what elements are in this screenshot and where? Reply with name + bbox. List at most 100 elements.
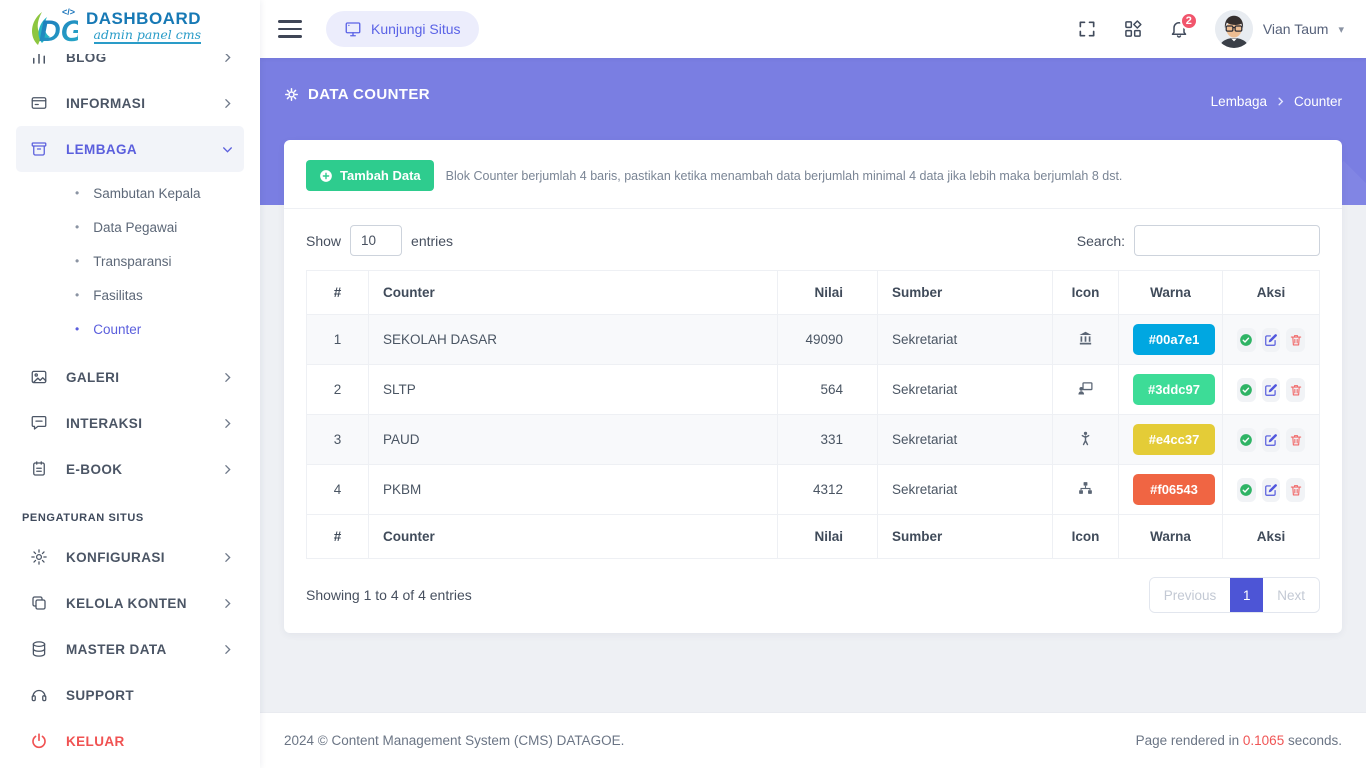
breadcrumb-current: Counter [1294, 94, 1342, 109]
col-footer-nilai: Nilai [778, 515, 878, 559]
cell-no: 2 [307, 365, 369, 415]
edit-icon [1264, 483, 1278, 497]
cell-nilai: 49090 [778, 315, 878, 365]
sidebar-item-informasi[interactable]: INFORMASI [16, 80, 244, 126]
edit-icon [1264, 433, 1278, 447]
submenu-item-data-pegawai[interactable]: Data Pegawai [16, 210, 244, 244]
search-control: Search: [1077, 225, 1320, 256]
approve-button[interactable] [1237, 428, 1256, 452]
edit-button[interactable] [1262, 478, 1281, 502]
sidebar-item-label: LEMBAGA [66, 142, 221, 157]
edit-button[interactable] [1262, 428, 1281, 452]
submenu-item-transparansi[interactable]: Transparansi [16, 244, 244, 278]
col-header-aksi[interactable]: Aksi [1223, 271, 1320, 315]
sidebar-item-label: MASTER DATA [66, 642, 221, 657]
sidebar-item-label: SUPPORT [66, 688, 234, 703]
sidebar-item-blog[interactable]: BLOG [16, 54, 244, 80]
sidebar-item-interaksi[interactable]: INTERAKSI [16, 400, 244, 446]
delete-button[interactable] [1286, 328, 1305, 352]
chat-icon [30, 414, 48, 432]
apps-grid-icon[interactable] [1123, 19, 1143, 39]
visit-site-label: Kunjungi Situs [371, 21, 461, 37]
sidebar-item-lembaga[interactable]: LEMBAGA [16, 126, 244, 172]
sidebar-item-ebook[interactable]: E-BOOK [16, 446, 244, 492]
cell-nilai: 331 [778, 415, 878, 465]
sidebar-item-keluar[interactable]: KELUAR [16, 718, 244, 764]
check-circle-icon [1239, 433, 1253, 447]
col-header-sumber[interactable]: Sumber [878, 271, 1053, 315]
col-header-no[interactable]: # [307, 271, 369, 315]
cell-counter: PAUD [369, 415, 778, 465]
sidebar-item-konfigurasi[interactable]: KONFIGURASI [16, 534, 244, 580]
table-row: 2 SLTP 564 Sekretariat #3ddc97 [307, 365, 1320, 415]
delete-button[interactable] [1286, 428, 1305, 452]
show-label: Show [306, 233, 341, 249]
col-header-nilai[interactable]: Nilai [778, 271, 878, 315]
sidebar-item-label: INTERAKSI [66, 416, 221, 431]
entries-label: entries [411, 233, 453, 249]
approve-button[interactable] [1237, 478, 1256, 502]
col-header-icon[interactable]: Icon [1053, 271, 1119, 315]
table-info: Showing 1 to 4 of 4 entries [306, 587, 472, 603]
counter-note: Blok Counter berjumlah 4 baris, pastikan… [446, 169, 1123, 183]
brand-monogram-icon: DG </> [26, 6, 78, 48]
chevron-down-icon: ▾ [1338, 23, 1344, 36]
check-circle-icon [1239, 383, 1253, 397]
edit-button[interactable] [1262, 378, 1281, 402]
edit-icon [1264, 383, 1278, 397]
color-badge: #e4cc37 [1133, 424, 1215, 455]
chevron-right-icon [221, 54, 234, 64]
cell-sumber: Sekretariat [878, 415, 1053, 465]
sidebar-item-label: INFORMASI [66, 96, 221, 111]
cell-no: 3 [307, 415, 369, 465]
edit-button[interactable] [1262, 328, 1281, 352]
breadcrumb-parent[interactable]: Lembaga [1211, 94, 1267, 109]
power-icon [30, 732, 48, 750]
menu-toggle-icon[interactable] [278, 20, 302, 38]
page-length-select[interactable]: 10 [350, 225, 402, 256]
monitor-icon [344, 20, 362, 38]
bell-icon[interactable]: 2 [1169, 19, 1189, 39]
trash-icon [1289, 433, 1303, 447]
pagination-page-1[interactable]: 1 [1230, 578, 1263, 612]
col-header-counter[interactable]: Counter [369, 271, 778, 315]
search-input[interactable] [1134, 225, 1320, 256]
sidebar-item-kelola-konten[interactable]: KELOLA KONTEN [16, 580, 244, 626]
gear-icon [30, 548, 48, 566]
fullscreen-icon[interactable] [1077, 19, 1097, 39]
submenu-item-counter[interactable]: Counter [16, 312, 244, 346]
lembaga-submenu: Sambutan Kepala Data Pegawai Transparans… [16, 172, 244, 354]
sidebar-item-support[interactable]: SUPPORT [16, 672, 244, 718]
add-data-button[interactable]: Tambah Data [306, 160, 434, 191]
avatar [1215, 10, 1253, 48]
user-menu[interactable]: Vian Taum ▾ [1215, 10, 1344, 48]
color-badge: #3ddc97 [1133, 374, 1215, 405]
page-title: DATA COUNTER [284, 86, 430, 103]
sidebar-item-master-data[interactable]: MASTER DATA [16, 626, 244, 672]
delete-button[interactable] [1286, 378, 1305, 402]
pagination-previous[interactable]: Previous [1150, 578, 1231, 612]
submenu-item-fasilitas[interactable]: Fasilitas [16, 278, 244, 312]
svg-text:DG: DG [39, 15, 78, 48]
database-icon [30, 640, 48, 658]
approve-button[interactable] [1237, 328, 1256, 352]
cell-counter: SLTP [369, 365, 778, 415]
delete-button[interactable] [1286, 478, 1305, 502]
breadcrumb: Lembaga Counter [1211, 94, 1342, 109]
visit-site-button[interactable]: Kunjungi Situs [326, 11, 479, 47]
col-footer-icon: Icon [1053, 515, 1119, 559]
submenu-item-sambutan-kepala[interactable]: Sambutan Kepala [16, 176, 244, 210]
sidebar-item-label: BLOG [66, 54, 221, 65]
col-header-warna[interactable]: Warna [1119, 271, 1223, 315]
cog-icon [284, 87, 299, 102]
trash-icon [1289, 333, 1303, 347]
pagination-next[interactable]: Next [1263, 578, 1319, 612]
approve-button[interactable] [1237, 378, 1256, 402]
col-footer-warna: Warna [1119, 515, 1223, 559]
wallet-icon [30, 94, 48, 112]
cell-no: 4 [307, 465, 369, 515]
render-time-value: 0.1065 [1243, 733, 1284, 748]
sidebar-item-galeri[interactable]: GALERI [16, 354, 244, 400]
sidebar-item-label: KELUAR [66, 734, 234, 749]
copy-icon [30, 594, 48, 612]
